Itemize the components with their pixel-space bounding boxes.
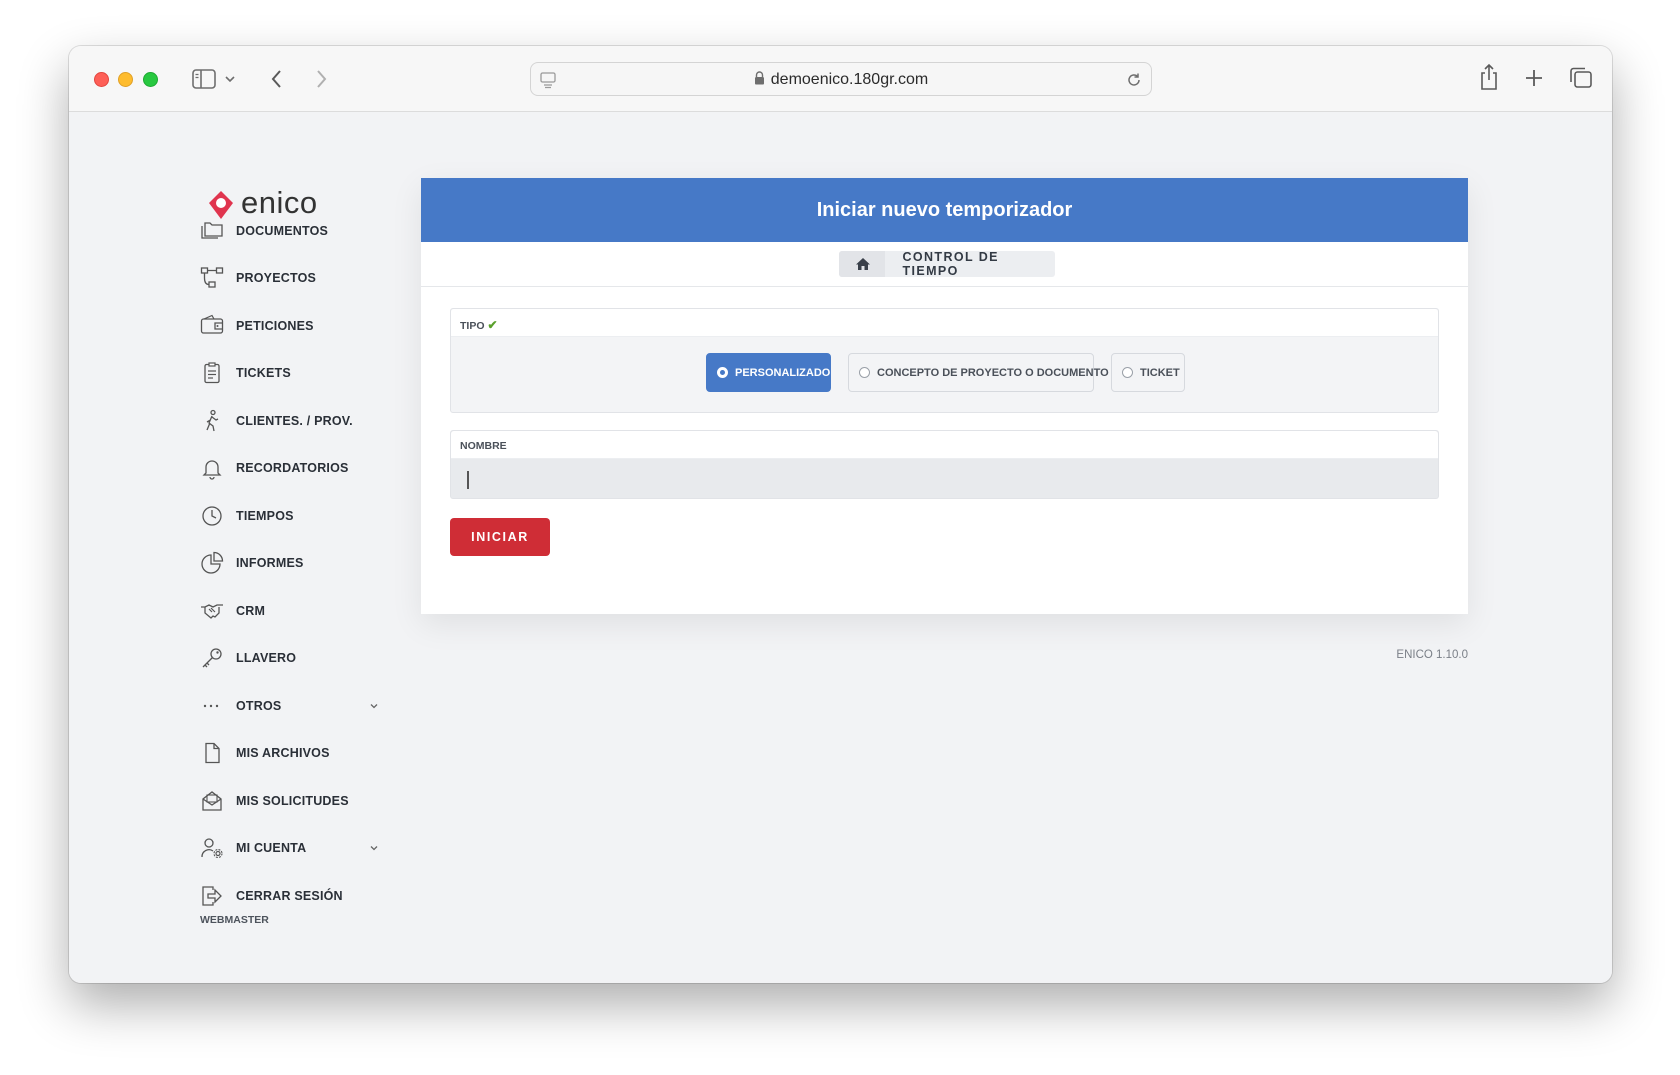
page-title: Iniciar nuevo temporizador bbox=[816, 198, 1073, 221]
sidebar-item-label: CLIENTES. / PROV. bbox=[236, 414, 353, 428]
sidebar-item-label: RECORDATORIOS bbox=[236, 461, 349, 475]
folders-icon bbox=[201, 222, 223, 239]
new-tab-icon[interactable] bbox=[1523, 67, 1545, 89]
text-cursor bbox=[467, 471, 469, 489]
close-window-button[interactable] bbox=[94, 72, 109, 87]
tipo-options: PERSONALIZADO CONCEPTO DE PROYECTO O DOC… bbox=[451, 337, 1438, 412]
sidebar-item-documentos[interactable]: DOCUMENTOS bbox=[200, 217, 380, 247]
check-icon: ✔ bbox=[487, 318, 498, 332]
sidebar-item-llavero[interactable]: LLAVERO bbox=[200, 644, 380, 674]
radio-unselected[interactable] bbox=[1122, 367, 1133, 378]
page-content: enico DOCUMENTOS PROYECTOS PETICIONES TI… bbox=[69, 113, 1612, 983]
clipboard-icon bbox=[204, 362, 220, 384]
card-header: Iniciar nuevo temporizador bbox=[421, 178, 1468, 242]
nombre-section: NOMBRE bbox=[450, 430, 1439, 499]
sidebar-item-tickets[interactable]: TICKETS bbox=[200, 359, 380, 389]
pie-chart-icon bbox=[201, 551, 224, 574]
reload-icon[interactable] bbox=[1125, 71, 1143, 89]
radio-unselected[interactable] bbox=[859, 367, 870, 378]
project-tree-icon bbox=[200, 267, 224, 288]
tab-overview-icon[interactable] bbox=[1568, 66, 1594, 90]
nombre-section-header: NOMBRE bbox=[451, 431, 1438, 459]
bell-icon bbox=[202, 460, 222, 480]
browser-toolbar: demoenico.180gr.com bbox=[69, 46, 1612, 112]
chevron-down-icon[interactable] bbox=[224, 74, 236, 84]
clock-icon bbox=[202, 506, 222, 526]
option-concepto-proyecto-documento[interactable]: CONCEPTO DE PROYECTO O DOCUMENTO bbox=[848, 353, 1109, 392]
sidebar-item-label: PETICIONES bbox=[236, 319, 314, 333]
iniciar-button[interactable]: INICIAR bbox=[450, 518, 550, 556]
minimize-window-button[interactable] bbox=[118, 72, 133, 87]
sidebar-item-recordatorios[interactable]: RECORDATORIOS bbox=[200, 454, 380, 484]
key-icon bbox=[202, 648, 222, 668]
option-ticket[interactable]: TICKET bbox=[1111, 353, 1185, 392]
ellipsis-icon bbox=[203, 704, 219, 708]
url-value: demoenico.180gr.com bbox=[770, 71, 929, 88]
sidebar-item-cerrar-sesion[interactable]: CERRAR SESIÓN WEBMASTER bbox=[200, 882, 380, 926]
sidebar-item-label: DOCUMENTOS bbox=[236, 224, 329, 238]
address-bar[interactable]: demoenico.180gr.com bbox=[530, 62, 1152, 96]
logo-text: enico bbox=[241, 185, 318, 220]
wallet-icon bbox=[200, 314, 224, 334]
nombre-input[interactable] bbox=[451, 459, 1438, 498]
logged-user-name: WEBMASTER bbox=[200, 914, 269, 926]
sidebar-item-label: CRM bbox=[236, 604, 266, 618]
sidebar-toggle-icon[interactable] bbox=[191, 68, 217, 90]
sign-out-icon bbox=[202, 886, 222, 906]
sidebar-item-crm[interactable]: CRM bbox=[200, 597, 380, 627]
chevron-down-icon[interactable] bbox=[368, 700, 380, 712]
breadcrumb: CONTROL DE TIEMPO bbox=[839, 250, 1055, 278]
sidebar-item-label: MIS SOLICITUDES bbox=[236, 794, 349, 808]
app-version: ENICO 1.10.0 bbox=[1396, 649, 1468, 661]
sidebar-item-clientes[interactable]: CLIENTES. / PROV. bbox=[200, 407, 380, 437]
sidebar-item-mis-archivos[interactable]: MIS ARCHIVOS bbox=[200, 739, 380, 769]
option-label: PERSONALIZADO bbox=[735, 366, 831, 379]
sidebar-item-label: CERRAR SESIÓN bbox=[236, 889, 343, 903]
sidebar-item-proyectos[interactable]: PROYECTOS bbox=[200, 264, 380, 294]
radio-selected[interactable] bbox=[717, 367, 728, 378]
tipo-section: TIPO ✔ PERSONALIZADO CONCEPTO DE PROYECTO… bbox=[450, 308, 1439, 413]
sidebar-item-label: TIEMPOS bbox=[236, 509, 294, 523]
user-gear-icon bbox=[201, 838, 223, 859]
sidebar-item-label: LLAVERO bbox=[236, 651, 297, 665]
url-text: demoenico.180gr.com bbox=[531, 71, 1151, 89]
sidebar-item-peticiones[interactable]: PETICIONES bbox=[200, 312, 380, 342]
person-walking-icon bbox=[206, 409, 219, 432]
sidebar-item-tiempos[interactable]: TIEMPOS bbox=[200, 502, 380, 532]
tipo-section-header: TIPO ✔ bbox=[451, 309, 1438, 337]
back-arrow-icon[interactable] bbox=[269, 68, 285, 90]
sidebar-item-label: INFORMES bbox=[236, 556, 304, 570]
sidebar-item-label: OTROS bbox=[236, 699, 282, 713]
option-label: CONCEPTO DE PROYECTO O DOCUMENTO bbox=[877, 366, 1109, 379]
home-icon bbox=[856, 258, 870, 270]
option-label: TICKET bbox=[1140, 366, 1180, 379]
sidebar-item-mis-solicitudes[interactable]: MIS SOLICITUDES bbox=[200, 787, 380, 817]
browser-window: demoenico.180gr.com enico DOCUMENTOS PRO… bbox=[69, 46, 1612, 983]
breadcrumb-current[interactable]: CONTROL DE TIEMPO bbox=[885, 250, 1055, 278]
option-personalizado[interactable]: PERSONALIZADO bbox=[706, 353, 831, 392]
sidebar-item-label: TICKETS bbox=[236, 366, 291, 380]
tipo-label: TIPO ✔ bbox=[460, 318, 498, 332]
handshake-icon bbox=[201, 604, 223, 619]
breadcrumb-row: CONTROL DE TIEMPO bbox=[421, 242, 1468, 287]
share-icon[interactable] bbox=[1477, 62, 1501, 92]
sidebar-item-informes[interactable]: INFORMES bbox=[200, 549, 380, 579]
timer-card: Iniciar nuevo temporizador CONTROL DE TI… bbox=[421, 178, 1468, 614]
sidebar-item-label: PROYECTOS bbox=[236, 271, 317, 285]
sidebar-item-label: MI CUENTA bbox=[236, 841, 307, 855]
nombre-label: NOMBRE bbox=[460, 440, 507, 452]
sidebar-item-mi-cuenta[interactable]: MI CUENTA bbox=[200, 834, 380, 864]
sidebar-item-label: MIS ARCHIVOS bbox=[236, 746, 330, 760]
sidebar-item-otros[interactable]: OTROS bbox=[200, 692, 380, 722]
forward-arrow-icon[interactable] bbox=[313, 68, 329, 90]
chevron-down-icon[interactable] bbox=[368, 842, 380, 854]
breadcrumb-home[interactable] bbox=[839, 251, 886, 277]
file-icon bbox=[205, 742, 220, 764]
zoom-window-button[interactable] bbox=[143, 72, 158, 87]
envelope-open-icon bbox=[202, 791, 222, 811]
lock-icon bbox=[754, 71, 764, 85]
